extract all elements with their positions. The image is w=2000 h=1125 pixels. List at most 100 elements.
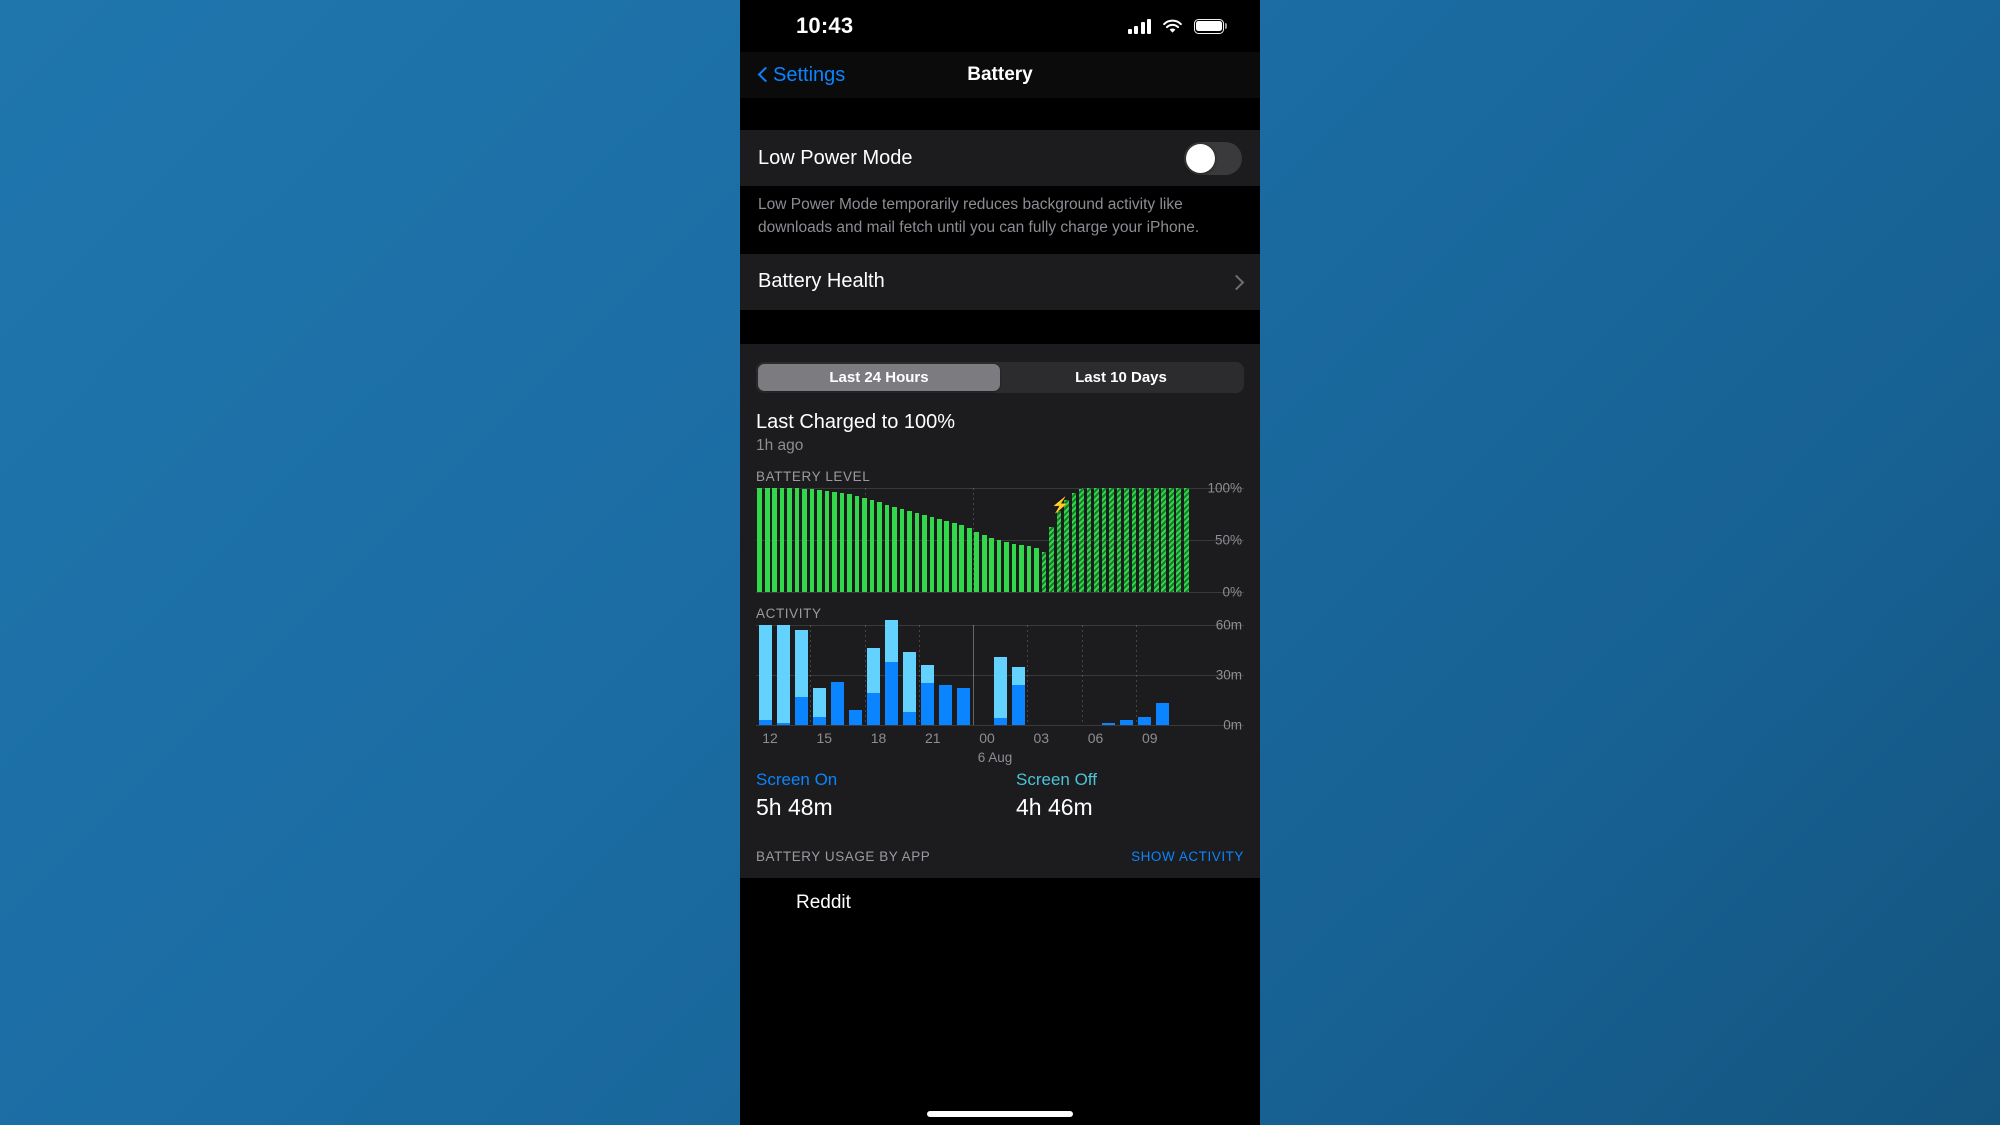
battery-level-bar: [757, 487, 763, 592]
toggle-knob: [1186, 143, 1215, 173]
battery-health-label: Battery Health: [758, 270, 885, 293]
y-axis-tick: 60m: [1215, 617, 1242, 633]
battery-level-bar: [1101, 487, 1107, 592]
tab-last-24-hours[interactable]: Last 24 Hours: [758, 363, 1000, 391]
battery-level-bar: [1124, 487, 1129, 592]
activity-bar: [1156, 703, 1170, 725]
x-axis-tick: 21: [924, 729, 941, 746]
activity-bar: [903, 651, 917, 725]
activity-bar-screen-off: [776, 723, 790, 725]
battery-level-bar: [1146, 487, 1152, 592]
home-indicator[interactable]: [927, 1111, 1073, 1117]
battery-level-bar: [1026, 546, 1032, 592]
x-axis-tick: 09: [1141, 729, 1158, 746]
battery-level-bar: [922, 514, 927, 592]
section-gap: [740, 98, 1260, 130]
battery-level-chart-title: BATTERY LEVEL: [756, 468, 871, 484]
battery-level-bar: [817, 489, 822, 592]
screen-off-block: Screen Off 4h 46m: [1000, 770, 1244, 821]
activity-bar-screen-off: [794, 696, 808, 725]
battery-health-row[interactable]: Battery Health: [740, 253, 1260, 310]
tab-last-10-days[interactable]: Last 10 Days: [1000, 364, 1242, 391]
time-range-segmented-control[interactable]: Last 24 Hours Last 10 Days: [756, 361, 1244, 393]
activity-chart-title: ACTIVITY: [756, 605, 822, 621]
y-axis-tick: 100%: [1207, 480, 1242, 496]
battery-usage-by-app-label: BATTERY USAGE BY APP: [756, 848, 931, 864]
battery-level-bar: [772, 487, 777, 592]
status-bar-time: 10:43: [796, 13, 854, 38]
gridline: [756, 591, 1244, 593]
x-axis-date-label: 6 Aug: [977, 749, 1013, 765]
battery-level-bar: [832, 492, 837, 592]
show-activity-button[interactable]: SHOW ACTIVITY: [1131, 849, 1244, 864]
battery-level-bar: [1131, 487, 1137, 592]
activity-bar: [1120, 719, 1134, 725]
vertical-gridline: [810, 624, 812, 725]
activity-bar-screen-on: [812, 688, 826, 717]
activity-bar-screen-off: [921, 683, 935, 725]
battery-level-bar: [996, 539, 1002, 592]
vertical-gridline: [864, 624, 866, 725]
battery-level-bar: [966, 528, 972, 592]
activity-bar-screen-off: [830, 681, 844, 725]
activity-bar: [1138, 716, 1152, 725]
battery-level-bar: [1176, 487, 1182, 592]
battery-level-bar: [779, 487, 785, 592]
y-axis-tick: 30m: [1215, 667, 1242, 683]
activity-bar-screen-off: [1102, 723, 1116, 725]
low-power-mode-row[interactable]: Low Power Mode: [740, 130, 1260, 186]
battery-level-bar: [892, 506, 897, 592]
activity-bar: [812, 688, 826, 725]
low-power-mode-toggle[interactable]: [1184, 141, 1242, 175]
battery-level-bar: [1071, 493, 1077, 592]
chevron-right-icon: [1231, 273, 1242, 291]
battery-level-bar: [847, 494, 852, 592]
last-charged-subtitle: 1h ago: [756, 436, 804, 454]
battery-level-bar: [1086, 487, 1092, 592]
activity-bar-screen-on: [867, 648, 881, 694]
back-button[interactable]: Settings: [758, 64, 845, 87]
y-axis-tick: 0%: [1222, 584, 1242, 600]
battery-level-bar: [877, 502, 882, 592]
battery-level-bar: [974, 531, 980, 592]
low-power-mode-description: Low Power Mode temporarily reduces backg…: [740, 186, 1260, 254]
battery-level-bar: [869, 500, 875, 592]
low-power-mode-label: Low Power Mode: [758, 146, 913, 169]
vertical-gridline: [973, 624, 974, 725]
battery-level-bar: [1064, 500, 1069, 592]
activity-bar-screen-off: [848, 709, 862, 725]
x-axis-tick: 06: [1087, 729, 1104, 746]
activity-bar: [830, 681, 844, 725]
app-usage-row[interactable]: Reddit: [740, 878, 1260, 914]
activity-bar: [776, 624, 790, 725]
battery-level-bar: [1109, 487, 1114, 592]
battery-level-bar: [854, 496, 860, 592]
activity-bar-screen-off: [1138, 716, 1152, 725]
battery-level-bar: [1094, 487, 1099, 592]
activity-bar-screen-off: [867, 693, 881, 725]
battery-level-bar: [1183, 487, 1189, 592]
charging-bolt-icon: ⚡: [1051, 497, 1070, 515]
status-bar: 10:43: [740, 0, 1260, 52]
activity-plot: [756, 619, 1244, 726]
battery-level-bar: [1011, 544, 1017, 592]
screen-off-value: 4h 46m: [1016, 793, 1093, 820]
activity-bar-screen-on: [1011, 666, 1025, 685]
battery-level-bar: [914, 512, 920, 592]
activity-bar: [867, 648, 881, 725]
navigation-bar: Settings Battery: [740, 52, 1260, 98]
activity-bar-screen-off: [939, 684, 953, 725]
battery-level-bar: [929, 517, 935, 592]
x-axis-tick: 18: [870, 729, 887, 746]
activity-bar-screen-off: [812, 716, 826, 725]
vertical-gridline: [1135, 624, 1137, 725]
activity-y-axis: 60m 30m 0m: [1190, 617, 1244, 732]
battery-level-bar: [1056, 510, 1062, 592]
vertical-gridline: [918, 624, 920, 725]
battery-usage-card: Last 24 Hours Last 10 Days Last Charged …: [740, 343, 1260, 878]
battery-level-bar: [839, 493, 845, 592]
battery-level-bar: [1168, 487, 1174, 592]
wifi-icon: [1162, 19, 1183, 34]
activity-x-axis: 12 15 18 21 00 6 Aug 03 06 09: [756, 729, 1190, 765]
activity-bar: [1011, 666, 1025, 725]
